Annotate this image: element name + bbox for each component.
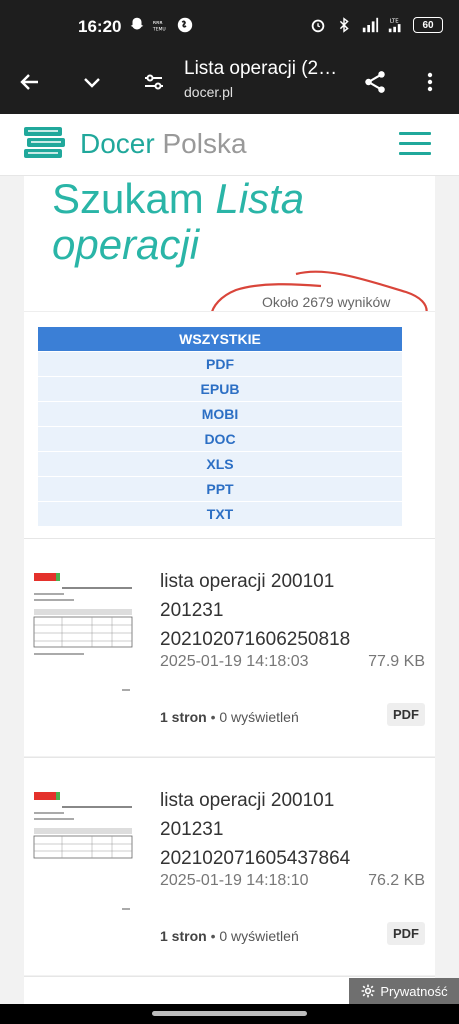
document-meta: 1 stron • 0 wyświetleń (160, 709, 299, 725)
privacy-label: Prywatność (380, 983, 448, 999)
search-prefix: Szukam (52, 175, 204, 222)
format-badge: PDF (387, 703, 425, 726)
status-bar: 16:20 ʀʀʀ TEMU LTE 60 (0, 0, 459, 52)
document-date: 2025-01-19 14:18:10 (160, 872, 309, 889)
search-query-line1: Lista (215, 175, 305, 222)
page-settings-button[interactable] (134, 62, 174, 102)
snapchat-icon (130, 17, 144, 30)
system-nav-bar (0, 1004, 459, 1024)
svg-text:LTE: LTE (390, 18, 400, 24)
tune-icon (145, 74, 163, 90)
document-size: 77.9 KB (368, 653, 425, 670)
temu-icon: ʀʀʀTEMU (152, 20, 166, 32)
document-views: 0 wyświetleń (219, 709, 299, 725)
filter-txt[interactable]: TXT (38, 502, 402, 526)
filter-xls[interactable]: XLS (38, 452, 402, 476)
search-heading: Szukam Lista operacji (52, 176, 322, 268)
document-title[interactable]: lista operacji 200101 201231 20210207160… (160, 786, 400, 873)
more-vert-icon (427, 72, 433, 92)
filter-ppt[interactable]: PPT (38, 477, 402, 501)
document-thumbnail[interactable] (32, 788, 136, 918)
document-thumbnail[interactable] (32, 569, 136, 699)
page-title[interactable]: Lista operacji (2… (184, 58, 354, 80)
svg-text:TEMU: TEMU (152, 26, 166, 32)
document-title[interactable]: lista operacji 200101 201231 20210207160… (160, 567, 400, 654)
format-badge: PDF (387, 922, 425, 945)
document-views: 0 wyświetleń (219, 928, 299, 944)
web-page: Docer Polska Szukam Lista operacji Około… (0, 114, 459, 1004)
document-date: 2025-01-19 14:18:03 (160, 653, 309, 670)
back-button[interactable] (10, 62, 50, 102)
share-button[interactable] (355, 62, 395, 102)
signal-icon (362, 17, 379, 33)
shazam-icon (177, 17, 193, 33)
results-count: Około 2679 wyników (262, 294, 391, 310)
gear-icon (361, 984, 375, 998)
format-filter-list: WSZYSTKIE PDF EPUB MOBI DOC XLS PPT TXT (24, 311, 435, 538)
filter-mobi[interactable]: MOBI (38, 402, 402, 426)
filter-all[interactable]: WSZYSTKIE (38, 327, 402, 351)
filter-epub[interactable]: EPUB (38, 377, 402, 401)
site-header: Docer Polska (0, 114, 459, 176)
books-logo-icon[interactable] (22, 125, 66, 161)
document-result[interactable]: lista operacji 200101 201231 20210207160… (24, 757, 435, 975)
home-gesture-pill[interactable] (152, 1011, 307, 1016)
status-time: 16:20 (78, 17, 122, 36)
document-result[interactable]: lista operacji 200101 201231 20210207160… (24, 538, 435, 756)
browser-toolbar: Lista operacji (2… docer.pl (0, 52, 459, 114)
battery-indicator: 60 (413, 17, 443, 33)
filter-doc[interactable]: DOC (38, 427, 402, 451)
document-size: 76.2 KB (368, 872, 425, 889)
alarm-icon (311, 19, 325, 33)
hamburger-menu-button[interactable] (399, 132, 431, 156)
svg-text:ʀʀʀ: ʀʀʀ (153, 20, 163, 26)
logo-first-word: Docer (80, 128, 155, 159)
document-meta: 1 stron • 0 wyświetleń (160, 928, 299, 944)
logo-second-word: Polska (162, 128, 247, 159)
minimize-button[interactable] (72, 62, 112, 102)
share-icon (365, 71, 385, 93)
lte-signal-icon: LTE (388, 18, 401, 33)
document-pages: 1 stron (160, 709, 207, 725)
site-logo[interactable]: Docer Polska (80, 128, 247, 160)
more-options-button[interactable] (410, 62, 450, 102)
arrow-left-icon (20, 74, 38, 90)
filter-pdf[interactable]: PDF (38, 352, 402, 376)
privacy-settings-button[interactable]: Prywatność (349, 978, 459, 1004)
search-query-line2: operacji (52, 221, 200, 268)
bluetooth-icon (339, 17, 349, 33)
search-header-card: Szukam Lista operacji Około 2679 wyników (24, 176, 435, 354)
document-pages: 1 stron (160, 928, 207, 944)
chevron-down-icon (84, 78, 100, 88)
page-url[interactable]: docer.pl (184, 84, 233, 100)
